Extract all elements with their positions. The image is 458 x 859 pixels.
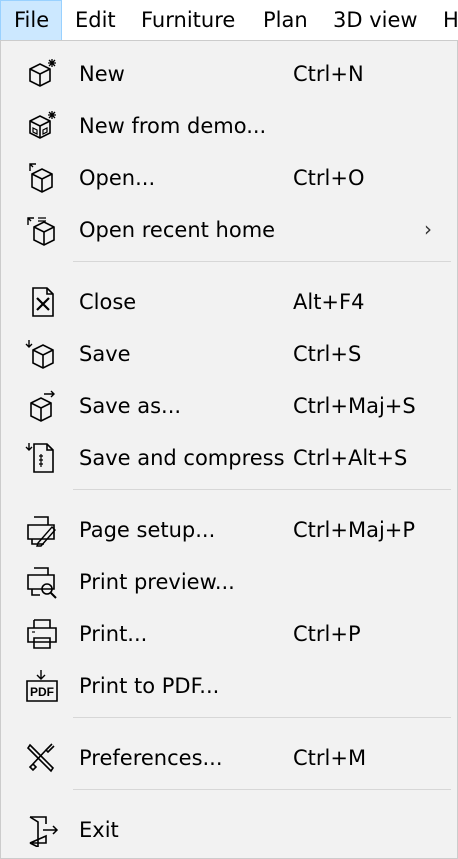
menu-separator xyxy=(73,489,451,490)
shortcut-label: Ctrl+M xyxy=(293,746,367,770)
menu-item-save-compress[interactable]: Save and compress Ctrl+Alt+S xyxy=(2,432,457,484)
menu-furniture[interactable]: Furniture xyxy=(128,0,247,41)
menu-item-close[interactable]: Close Alt+F4 xyxy=(2,276,457,328)
menu-item-label: Page setup... xyxy=(79,518,216,542)
menu-item-save-as[interactable]: Save as... Ctrl+Maj+S xyxy=(2,380,457,432)
menu-separator xyxy=(73,261,451,262)
menu-bar: File Edit Furniture Plan 3D view H xyxy=(0,0,458,41)
save-icon xyxy=(24,337,60,371)
shortcut-label: Ctrl+Maj+P xyxy=(293,518,416,542)
exit-icon xyxy=(24,813,60,847)
close-icon xyxy=(24,285,60,319)
menu-item-label: Print preview... xyxy=(79,570,235,594)
menu-item-label: Open recent home xyxy=(79,218,276,242)
shortcut-label: Ctrl+Alt+S xyxy=(293,446,408,470)
pdf-icon: PDF xyxy=(24,669,60,703)
shortcut-label: Ctrl+P xyxy=(293,622,361,646)
new-home-icon xyxy=(24,57,60,91)
menu-item-page-setup[interactable]: Page setup... Ctrl+Maj+P xyxy=(2,504,457,556)
print-preview-icon xyxy=(24,565,60,599)
save-compress-icon xyxy=(24,441,60,475)
menu-item-open-recent[interactable]: Open recent home › xyxy=(2,204,457,256)
new-from-demo-icon xyxy=(24,109,60,143)
menu-item-save[interactable]: Save Ctrl+S xyxy=(2,328,457,380)
pdf-icon-text: PDF xyxy=(30,685,54,699)
menu-plan[interactable]: Plan xyxy=(250,0,320,41)
page-setup-icon xyxy=(24,513,60,547)
shortcut-label: Ctrl+N xyxy=(293,62,364,86)
menu-separator xyxy=(73,789,451,790)
menu-file[interactable]: File xyxy=(0,0,63,41)
menu-item-label: Save as... xyxy=(79,394,182,418)
menu-item-label: Print... xyxy=(79,622,148,646)
menu-item-print-preview[interactable]: Print preview... xyxy=(2,556,457,608)
menu-item-label: New from demo... xyxy=(79,114,267,138)
menu-item-label: Open... xyxy=(79,166,156,190)
menu-item-label: New xyxy=(79,62,125,86)
menu-edit[interactable]: Edit xyxy=(62,0,128,41)
menu-3d-view[interactable]: 3D view xyxy=(320,0,430,41)
menu-item-print[interactable]: Print... Ctrl+P xyxy=(2,608,457,660)
menu-item-new[interactable]: New Ctrl+N xyxy=(2,48,457,100)
save-as-icon xyxy=(24,389,60,423)
shortcut-label: Ctrl+Maj+S xyxy=(293,394,416,418)
menu-item-label: Exit xyxy=(79,818,119,842)
menu-item-label: Preferences... xyxy=(79,746,223,770)
menu-separator xyxy=(73,717,451,718)
menu-item-label: Save and compress xyxy=(79,446,285,470)
shortcut-label: Ctrl+S xyxy=(293,342,362,366)
shortcut-label: Alt+F4 xyxy=(293,290,365,314)
preferences-tools-icon xyxy=(24,741,60,775)
shortcut-label: Ctrl+O xyxy=(293,166,365,190)
menu-item-print-to-pdf[interactable]: PDF Print to PDF... xyxy=(2,660,457,712)
open-recent-icon xyxy=(24,213,60,247)
open-icon xyxy=(24,161,60,195)
submenu-arrow-icon: › xyxy=(424,217,432,241)
menu-item-preferences[interactable]: Preferences... Ctrl+M xyxy=(2,732,457,784)
menu-item-new-from-demo[interactable]: New from demo... xyxy=(2,100,457,152)
menu-item-exit[interactable]: Exit xyxy=(2,804,457,856)
printer-icon xyxy=(24,617,60,651)
menu-item-label: Save xyxy=(79,342,131,366)
menu-item-open[interactable]: Open... Ctrl+O xyxy=(2,152,457,204)
menu-item-label: Close xyxy=(79,290,137,314)
file-menu-dropdown: New Ctrl+N New from demo... Open... Ctrl… xyxy=(0,40,458,859)
menu-help[interactable]: H xyxy=(430,0,458,41)
menu-item-label: Print to PDF... xyxy=(79,674,220,698)
